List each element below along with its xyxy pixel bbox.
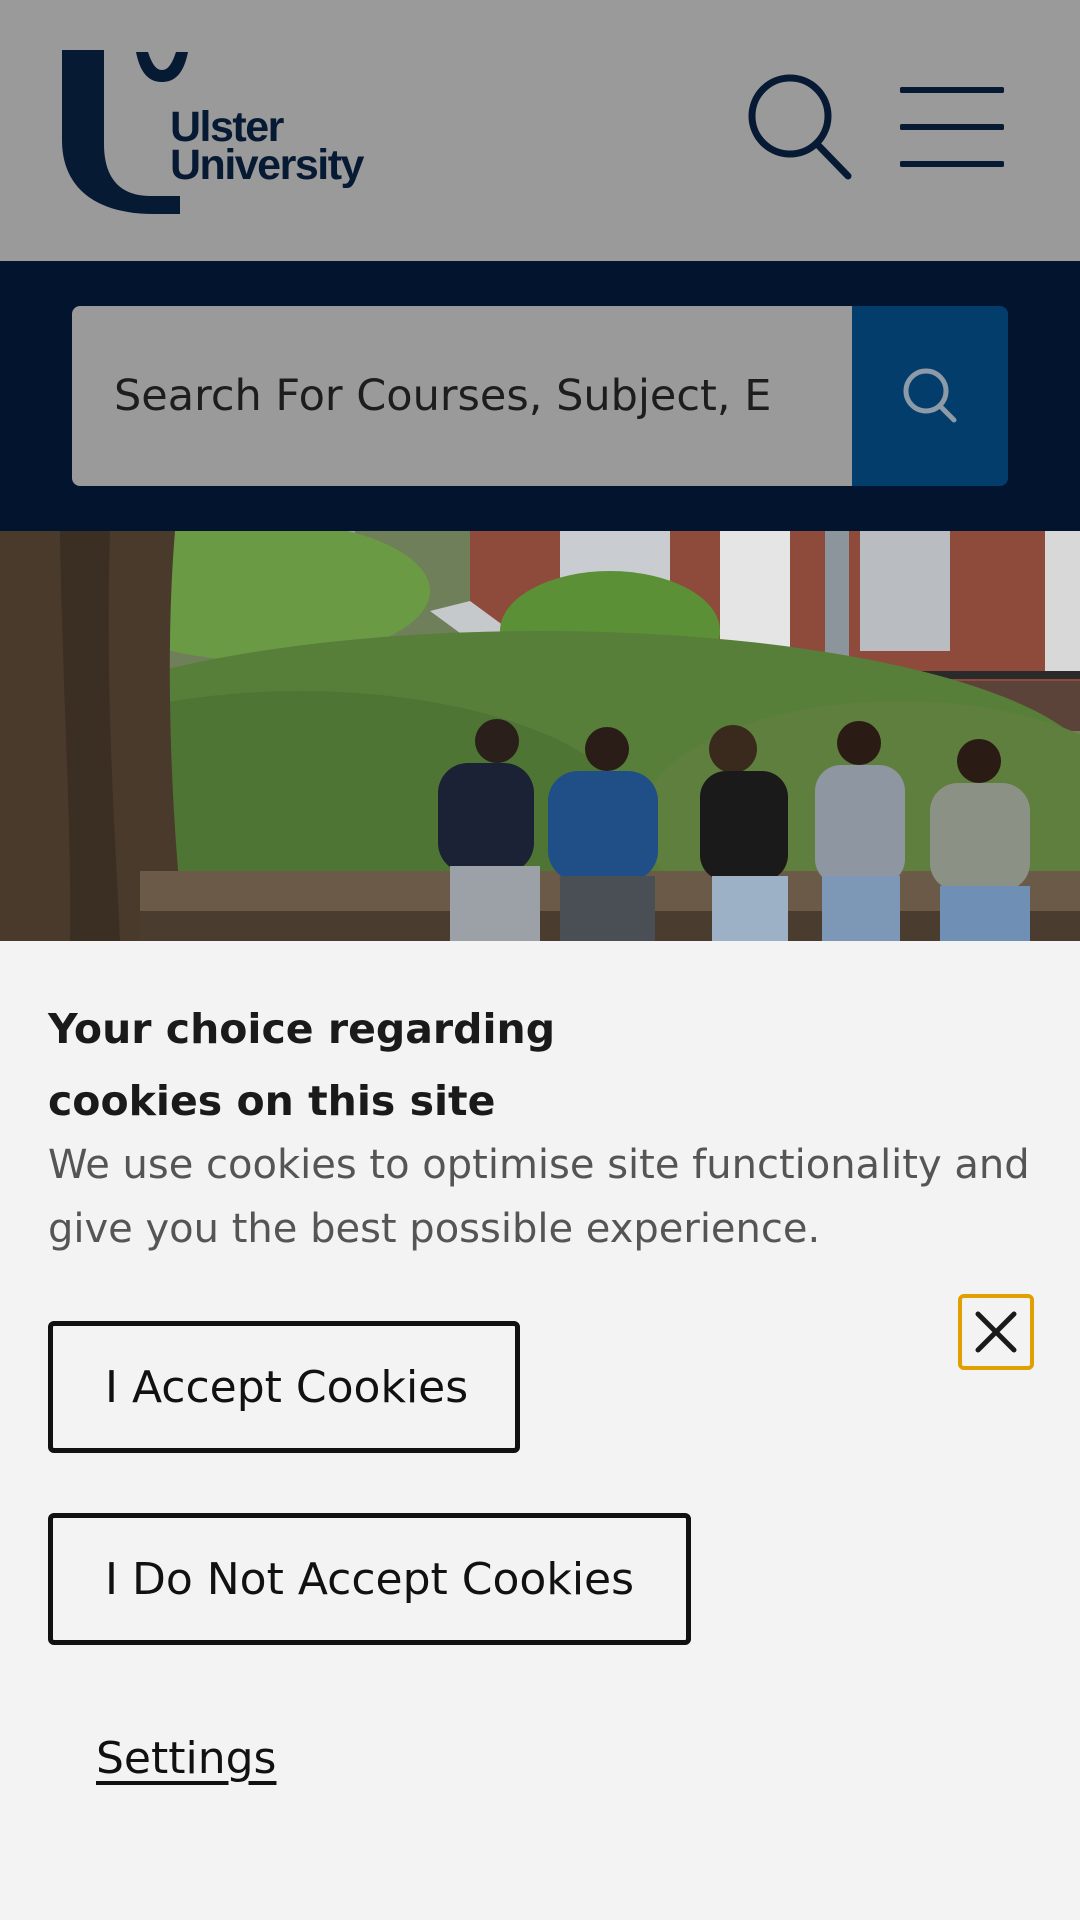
close-cookie-banner-button[interactable] [958, 1294, 1034, 1370]
hamburger-menu-icon [899, 87, 1005, 167]
search-icon [748, 74, 852, 180]
cookie-consent-panel: Your choice regarding cookies on this si… [0, 941, 1080, 1920]
accept-cookies-button[interactable]: I Accept Cookies [48, 1321, 520, 1453]
hero-image [0, 531, 1080, 941]
site-header: Ulster University [0, 0, 1080, 261]
header-menu-button[interactable] [899, 84, 1005, 170]
close-icon [975, 1311, 1017, 1353]
cookie-banner-description: We use cookies to optimise site function… [48, 1142, 1030, 1252]
decline-cookies-button[interactable]: I Do Not Accept Cookies [48, 1513, 691, 1645]
search-icon [903, 368, 957, 423]
students-sitting-on-bench-photo [0, 531, 1080, 941]
ulster-university-logo[interactable]: Ulster University [62, 48, 364, 216]
header-search-button[interactable] [744, 72, 854, 182]
search-submit-button[interactable] [852, 306, 1008, 486]
logo-wordmark: Ulster University [170, 106, 364, 189]
course-search-input[interactable] [72, 306, 852, 486]
search-band [0, 261, 1080, 531]
cookie-settings-link[interactable]: Settings [96, 1733, 276, 1784]
logo-line-university: University [170, 141, 364, 189]
cookie-banner-title: Your choice regarding cookies on this si… [48, 1005, 556, 1125]
